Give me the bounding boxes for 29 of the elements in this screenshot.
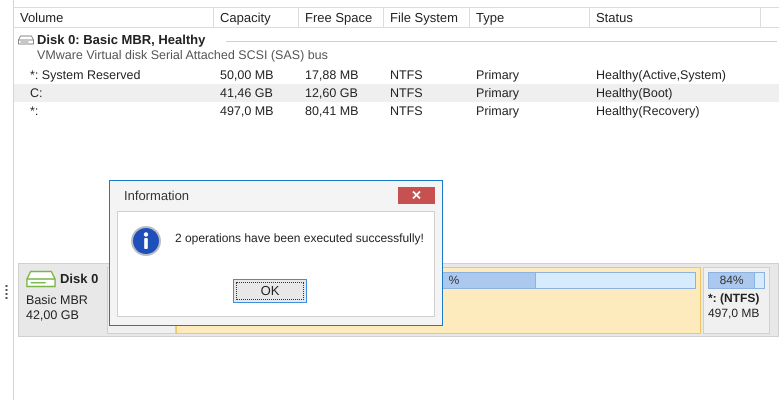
- usage-label: 84%: [720, 272, 744, 289]
- disk-size: 42,00 GB: [26, 308, 80, 322]
- table-cell-text: 12,60 GB: [304, 84, 359, 102]
- table-cell-text: NTFS: [389, 84, 424, 102]
- table-cell-text: 41,46 GB: [219, 84, 274, 102]
- table-cell-text: *: System Reserved: [29, 66, 142, 84]
- dialog-title: Information: [123, 187, 190, 206]
- partition-name: *: (NTFS): [708, 290, 760, 306]
- table-cell-text: NTFS: [389, 66, 424, 84]
- table-cell-text: Healthy(Active,System): [595, 66, 727, 84]
- table-cell-text: Primary: [475, 102, 520, 120]
- table-cell-text: 80,41 MB: [304, 102, 360, 120]
- table-cell-text: Primary: [475, 84, 520, 102]
- usage-label: %: [448, 272, 460, 289]
- dialog-message: 2 operations have been executed successfully!: [175, 230, 424, 247]
- table-cell-text: NTFS: [389, 102, 424, 120]
- group-title: Disk 0: Basic MBR, Healthy: [37, 31, 206, 50]
- disk-type: Basic MBR: [26, 292, 89, 308]
- table-cell-text: Primary: [475, 66, 520, 84]
- table-cell-text: Healthy(Recovery): [595, 102, 701, 120]
- table-cell-text: Healthy(Boot): [595, 84, 674, 102]
- disk-name: Disk 0: [60, 270, 98, 288]
- table-cell-text: C:: [29, 84, 44, 102]
- group-subtitle: VMware Virtual disk Serial Attached SCSI (SAS) bus: [36, 47, 329, 63]
- table-cell-text: 17,88 MB: [304, 66, 360, 84]
- table-cell-text: 497,0 MB: [219, 102, 275, 120]
- table-cell-text: *:: [29, 102, 40, 120]
- partition-size: 497,0 MB: [708, 306, 760, 320]
- table-cell-text: 50,00 MB: [219, 66, 275, 84]
